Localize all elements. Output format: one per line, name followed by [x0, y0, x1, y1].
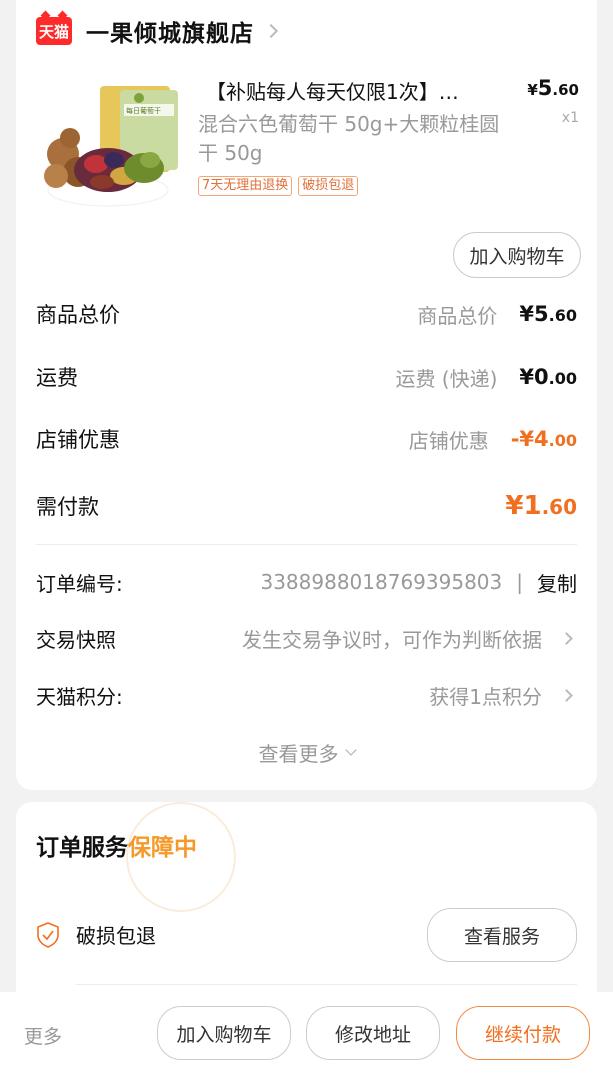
- product-price: ¥5.60: [527, 76, 579, 100]
- edit-address-button[interactable]: 修改地址: [306, 1006, 440, 1060]
- trade-snapshot-label: 交易快照: [36, 627, 116, 652]
- row-discount: 店铺优惠 店铺优惠 -¥4.00: [36, 423, 577, 455]
- row-tmall-points[interactable]: 天猫积分: 获得1点积分: [36, 679, 577, 711]
- amount-due: ¥1.60: [505, 491, 577, 521]
- bottom-action-bar: 更多 加入购物车 修改地址 继续付款: [0, 992, 613, 1075]
- row-amount-due: 需付款 ¥1.60: [36, 490, 577, 522]
- chevron-right-icon: [560, 688, 573, 702]
- service-title: 订单服务保障中: [36, 835, 197, 861]
- product-image[interactable]: 每日葡萄干: [38, 80, 178, 210]
- shipping-amount: ¥0.00: [519, 365, 577, 389]
- product-title[interactable]: 【补贴每人每天仅限1次】…: [206, 76, 496, 105]
- discount-label: 店铺优惠: [36, 428, 120, 452]
- service-tags: 7天无理由退换 破损包退: [198, 176, 359, 196]
- guarantee-status: 保障中: [128, 835, 197, 861]
- store-name[interactable]: 一果倾城旗舰店: [86, 14, 254, 48]
- order-card: 天猫 一果倾城旗舰店 每日葡萄干 【补贴每人每天仅限1次】… 混合六色葡萄干 5…: [16, 0, 597, 790]
- chevron-right-icon: [560, 631, 573, 645]
- continue-payment-button[interactable]: 继续付款: [456, 1006, 590, 1060]
- shipping-label: 运费: [36, 366, 78, 390]
- order-number: 3388988018769395803: [260, 570, 503, 594]
- discount-sublabel: 店铺优惠: [408, 428, 489, 453]
- service-item-damage-refund: 破损包退: [36, 920, 156, 949]
- order-number-label: 订单编号:: [36, 571, 123, 596]
- total-sublabel: 商品总价: [417, 303, 498, 328]
- row-trade-snapshot[interactable]: 交易快照 发生交易争议时，可作为判断依据: [36, 622, 577, 654]
- separator: |: [516, 570, 523, 594]
- view-service-button[interactable]: 查看服务: [427, 908, 577, 962]
- divider: [36, 544, 577, 545]
- view-more-label: 查看更多: [258, 742, 339, 766]
- svg-text:每日葡萄干: 每日葡萄干: [126, 106, 161, 115]
- product-subtitle[interactable]: 混合六色葡萄干 50g+大颗粒桂圆干 50g: [198, 110, 518, 168]
- service-item-label: 破损包退: [76, 924, 156, 948]
- total-amount: ¥5.60: [519, 302, 577, 326]
- row-order-number: 订单编号: 3388988018769395803 | 复制: [36, 566, 577, 598]
- chevron-right-icon: [263, 23, 279, 39]
- copy-button[interactable]: 复制: [537, 568, 577, 597]
- trade-snapshot-value: 发生交易争议时，可作为判断依据: [242, 627, 542, 652]
- row-total: 商品总价 商品总价 ¥5.60: [36, 298, 577, 330]
- tmall-points-label: 天猫积分:: [36, 684, 123, 709]
- add-to-cart-button[interactable]: 加入购物车: [453, 232, 581, 278]
- chevron-down-icon: [344, 743, 357, 756]
- shipping-sublabel: 运费 (快递): [395, 366, 498, 391]
- add-to-cart-button[interactable]: 加入购物车: [157, 1006, 291, 1060]
- shield-icon: [37, 921, 59, 948]
- store-header[interactable]: 天猫 一果倾城旗舰店: [36, 14, 279, 48]
- tmall-points-value: 获得1点积分: [429, 684, 542, 709]
- view-more-button[interactable]: 查看更多: [16, 738, 597, 767]
- tag-damage-refund: 破损包退: [298, 176, 359, 196]
- amount-due-label: 需付款: [36, 495, 99, 519]
- tag-7day-return: 7天无理由退换: [198, 176, 293, 196]
- discount-amount: -¥4.00: [510, 427, 577, 451]
- product-quantity: x1: [561, 110, 579, 126]
- row-shipping: 运费 运费 (快递) ¥0.00: [36, 361, 577, 393]
- tmall-logo: 天猫: [36, 17, 72, 45]
- total-label: 商品总价: [36, 303, 120, 327]
- more-button[interactable]: 更多: [24, 1022, 62, 1049]
- divider: [76, 984, 577, 985]
